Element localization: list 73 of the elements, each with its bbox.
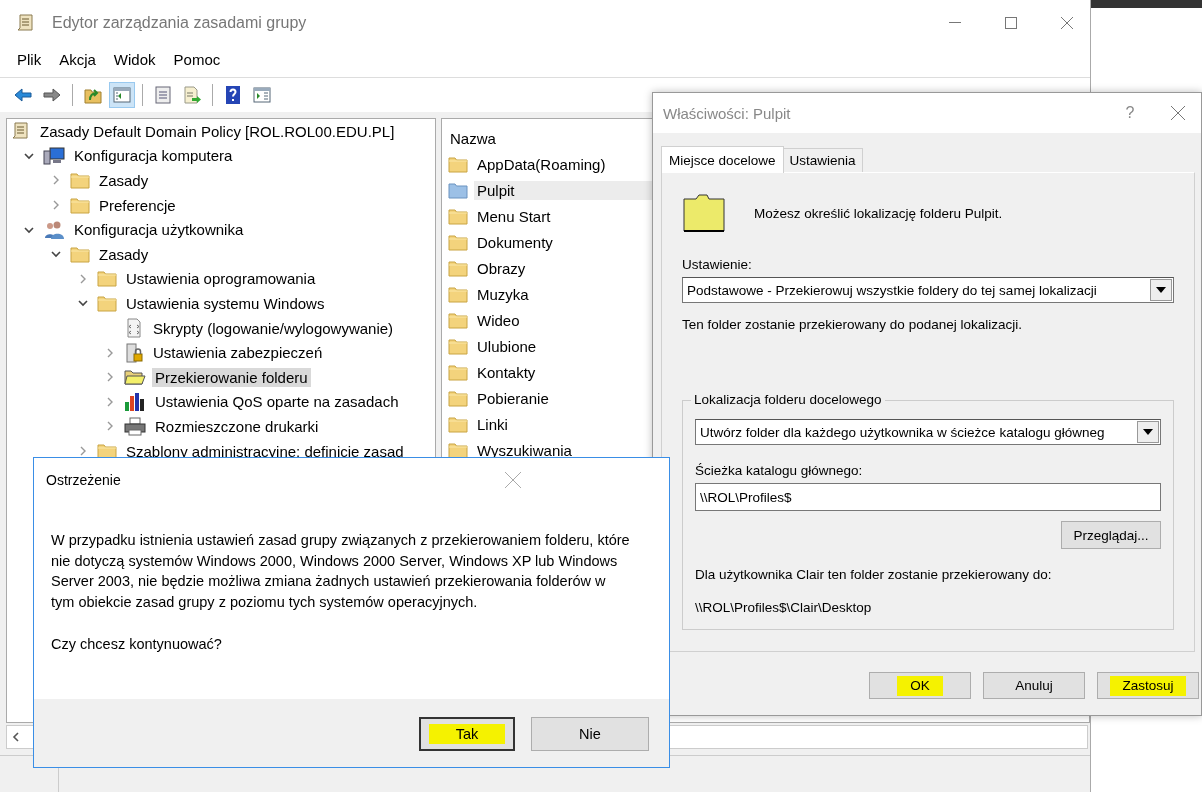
dropdown-arrow-icon <box>1143 429 1153 435</box>
browse-button[interactable]: Przeglądaj... <box>1061 521 1161 549</box>
folder-icon <box>448 415 468 433</box>
dialog-title: Ostrzeżenie <box>46 472 122 488</box>
folder-icon <box>448 337 468 355</box>
field-label: Ustawienie: <box>682 257 753 272</box>
intro-text: Możesz określić lokalizację folderu Pulpit. <box>754 205 1003 221</box>
column-header[interactable]: Nazwa <box>450 129 496 147</box>
bar-graph-icon <box>124 391 146 412</box>
location-dropdown[interactable]: Utwórz folder dla każdego użytkownika w ścieżce katalogu główneg <box>695 419 1161 445</box>
folder-icon <box>97 270 117 288</box>
window-title: Edytor zarządzania zasadami grupy <box>52 14 308 32</box>
printer-icon <box>124 416 146 437</box>
menu-item[interactable]: Pomoc <box>164 48 230 71</box>
folder-icon <box>448 285 468 303</box>
folder-icon <box>448 311 468 329</box>
folder-icon <box>70 196 90 214</box>
tree-item[interactable]: Ustawienia zabezpieczeń <box>150 343 326 363</box>
dropdown-arrow-icon <box>1156 287 1166 293</box>
menu-item[interactable]: Widok <box>104 48 165 71</box>
path-input[interactable]: \\ROL\Profiles$ <box>695 483 1161 511</box>
tree-pane-icon[interactable] <box>109 82 135 108</box>
folder-icon <box>97 294 117 312</box>
computer-icon <box>43 145 65 166</box>
tree-item[interactable]: Ustawienia QoS oparte na zasadach <box>152 392 402 412</box>
folder-icon <box>448 441 468 459</box>
folder-icon <box>70 245 90 263</box>
tree-item[interactable]: Przekierowanie folderu <box>152 367 311 387</box>
tree-item[interactable]: Preferencje <box>96 195 179 215</box>
scroll-icon <box>11 121 31 142</box>
server-lock-icon <box>124 342 144 363</box>
tree-item[interactable]: Konfiguracja komputera <box>71 146 236 166</box>
folder-icon <box>682 193 726 233</box>
open-folder-icon <box>124 368 146 387</box>
group-title: Lokalizacja folderu docelowego <box>691 392 885 407</box>
tree-item[interactable]: Rozmieszczone drukarki <box>152 416 322 436</box>
info-text: Dla użytkownika Clair ten folder zostanie przekierowany do: <box>695 567 1053 582</box>
tree-item[interactable]: Konfiguracja użytkownika <box>71 220 247 240</box>
tab[interactable]: Ustawienia <box>782 148 863 172</box>
tab[interactable]: Miejsce docelowe <box>661 146 784 173</box>
dialog-title: Właściwości: Pulpit <box>663 104 792 122</box>
tree-item[interactable]: Ustawienia oprogramowania <box>123 269 319 289</box>
dialog-button[interactable]: OK <box>869 672 971 699</box>
dialog-button[interactable]: Anuluj <box>983 672 1085 699</box>
dialog-button[interactable]: Nie <box>531 717 649 751</box>
tree-item[interactable]: Ustawienia systemu Windows <box>123 293 328 313</box>
folder-icon <box>448 363 468 381</box>
question-text: Czy chcesz kontynuować? <box>51 635 223 655</box>
folder-icon <box>70 172 90 189</box>
folder-icon <box>448 389 468 407</box>
warning-message: W przypadku istnienia ustawień zasad grupy związanych z przekierowaniem folderu, które nie dotyczą systemów Windows 2000, Windows 2000 Server, Windows XP lub Windows Server 2003, nie będzie możliwa zmiana żadnych ustawień przekierowania folderów w tym obiekcie zasad grupy z poziomu tych systemów operacyjnych. <box>51 531 631 612</box>
folder-icon <box>448 233 468 251</box>
menu-item[interactable]: Akcja <box>50 48 105 71</box>
tree-item[interactable]: Skrypty (logowanie/wylogowywanie) <box>150 318 397 338</box>
scroll-icon <box>16 13 36 33</box>
folder-icon <box>448 207 468 225</box>
tree-item[interactable]: Zasady <box>96 244 152 264</box>
folder-icon <box>97 442 117 460</box>
dialog-button[interactable]: Tak <box>419 717 515 751</box>
info-text: Ten folder zostanie przekierowany do podanej lokalizacji. <box>682 317 1023 332</box>
tree-item[interactable]: Zasady Default Domain Policy [ROL.ROL00.EDU.PL] <box>37 121 398 141</box>
dialog-button[interactable]: Zastosuj <box>1097 672 1199 699</box>
folder-icon <box>448 155 468 173</box>
help-button[interactable]: ? <box>1105 104 1155 122</box>
field-label: Ścieżka katalogu głównego: <box>695 463 864 478</box>
redirect-path: \\ROL\Profiles$\Clair\Desktop <box>695 600 873 615</box>
script-icon <box>124 318 144 339</box>
folder-icon <box>448 259 468 277</box>
folder-icon <box>448 181 468 199</box>
menu-item[interactable]: Plik <box>8 48 51 71</box>
tree-item[interactable]: Zasady <box>96 171 152 190</box>
setting-dropdown[interactable]: Podstawowe - Przekierowuj wszystkie foldery do tej samej lokalizacji <box>682 277 1174 303</box>
users-icon <box>43 219 65 240</box>
